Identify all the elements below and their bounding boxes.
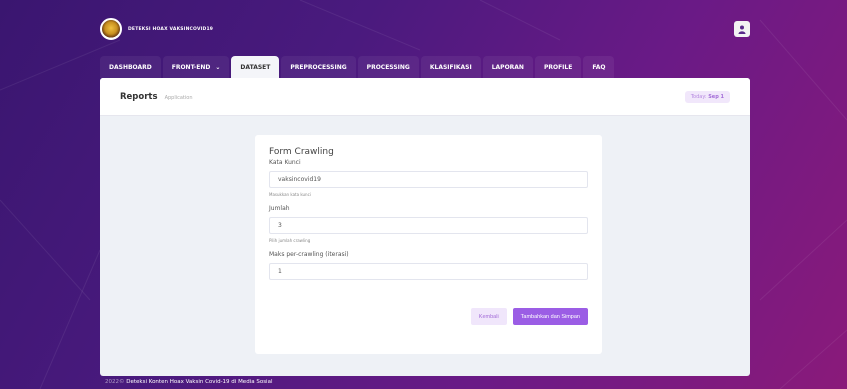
page-title: Reports — [120, 91, 158, 102]
footer: 2022© Deteksi Konten Hoax Vaksin Covid-1… — [105, 379, 272, 385]
amount-input[interactable]: 3 — [269, 217, 588, 234]
nav-klasifikasi[interactable]: KLASIFIKASI — [420, 56, 481, 78]
chevron-down-icon: ⌄ — [215, 63, 221, 71]
nav-preprocessing[interactable]: PREPROCESSING — [281, 56, 356, 78]
amount-hint: Pilih jumlah crawling — [269, 238, 311, 243]
max-per-crawl-label: Maks per-crawling (iterasi) — [269, 251, 349, 258]
page-subtitle: Application — [164, 94, 193, 101]
brand[interactable]: DETEKSI HOAX VAKSINCOVID19 — [100, 18, 213, 40]
today-value: Sep 1 — [708, 93, 724, 100]
max-per-crawl-input[interactable]: 1 — [269, 263, 588, 280]
nav-label: DASHBOARD — [109, 63, 152, 71]
user-button[interactable] — [734, 21, 750, 37]
footer-text: Deteksi Konten Hoax Vaksin Covid-19 di M… — [126, 379, 273, 385]
nav-label: DATASET — [240, 63, 271, 71]
nav-label: FRONT-END — [171, 63, 211, 71]
logo — [100, 18, 122, 40]
amount-label: Jumlah — [269, 205, 290, 212]
nav-dataset[interactable]: DATASET — [231, 56, 280, 78]
nav-label: PREPROCESSING — [290, 63, 347, 71]
amount-value: 3 — [278, 222, 282, 229]
nav-profile[interactable]: PROFILE — [534, 56, 582, 78]
nav-front-end[interactable]: FRONT-END ⌄ — [162, 56, 230, 78]
page-header: Reports Application Today: Sep 1 — [100, 78, 750, 116]
nav-label: PROFILE — [543, 63, 573, 71]
keyword-label: Kata Kunci — [269, 159, 301, 166]
form-actions: Kembali Tambahkan dan Simpan — [470, 308, 588, 325]
nav-label: PROCESSING — [366, 63, 410, 71]
form-title: Form Crawling — [269, 147, 334, 157]
nav-processing[interactable]: PROCESSING — [357, 56, 419, 78]
max-per-crawl-value: 1 — [278, 268, 282, 275]
footer-year: 2022© — [105, 379, 125, 385]
main-nav: DASHBOARD FRONT-END ⌄ DATASET PREPROCESSI… — [100, 56, 615, 78]
nav-laporan[interactable]: LAPORAN — [482, 56, 533, 78]
brand-title: DETEKSI HOAX VAKSINCOVID19 — [128, 26, 214, 32]
nav-faq[interactable]: FAQ — [583, 56, 615, 78]
top-bar: DETEKSI HOAX VAKSINCOVID19 — [100, 10, 750, 48]
today-badge: Today: Sep 1 — [684, 90, 730, 103]
back-button[interactable]: Kembali — [470, 308, 507, 325]
nav-label: KLASIFIKASI — [429, 63, 472, 71]
nav-label: FAQ — [592, 63, 606, 71]
keyword-value: vaksincovid19 — [278, 176, 321, 183]
nav-dashboard[interactable]: DASHBOARD — [100, 56, 161, 78]
nav-label: LAPORAN — [491, 63, 524, 71]
content-panel: Reports Application Today: Sep 1 Form Cr… — [100, 78, 750, 376]
user-icon — [738, 25, 746, 34]
keyword-input[interactable]: vaksincovid19 — [269, 171, 588, 188]
add-and-save-button[interactable]: Tambahkan dan Simpan — [512, 308, 588, 325]
today-label: Today: — [690, 93, 707, 100]
crawling-form-card: Form Crawling Kata Kunci vaksincovid19 M… — [255, 135, 602, 354]
keyword-hint: Masukkan kata kunci — [269, 192, 311, 197]
